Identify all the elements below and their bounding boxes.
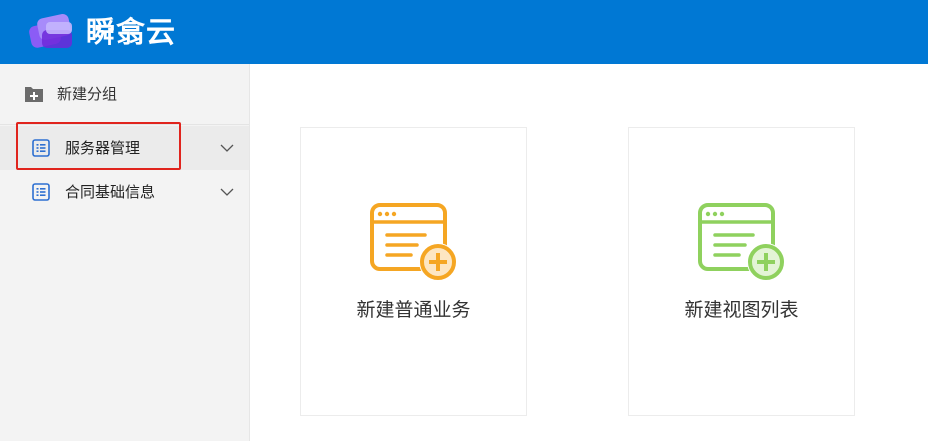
chevron-down-icon[interactable] <box>220 141 234 155</box>
folder-plus-icon <box>25 87 43 102</box>
list-icon <box>32 139 50 157</box>
top-header: 瞬翕云 <box>0 0 928 64</box>
sidebar: 新建分组 服务器管理 合同基础信息 <box>0 64 250 441</box>
sidebar-item-label: 合同基础信息 <box>65 183 156 201</box>
card-label: 新建视图列表 <box>684 299 799 321</box>
card-label: 新建普通业务 <box>356 299 471 321</box>
new-view-list-card[interactable]: 新建视图列表 <box>628 127 855 416</box>
window-add-icon <box>370 203 457 281</box>
brand-name[interactable]: 瞬翕云 <box>86 12 176 52</box>
list-icon <box>32 183 50 201</box>
sidebar-item-server-management[interactable]: 服务器管理 <box>0 126 249 170</box>
new-normal-business-card[interactable]: 新建普通业务 <box>300 127 527 416</box>
chevron-down-icon[interactable] <box>220 185 234 199</box>
window-add-icon <box>698 203 785 281</box>
new-group-button[interactable]: 新建分组 <box>0 64 249 125</box>
app-logo-icon[interactable] <box>28 10 78 52</box>
sidebar-item-label: 服务器管理 <box>65 139 141 157</box>
new-group-label: 新建分组 <box>57 85 118 103</box>
sidebar-item-contract-basic-info[interactable]: 合同基础信息 <box>0 170 249 214</box>
